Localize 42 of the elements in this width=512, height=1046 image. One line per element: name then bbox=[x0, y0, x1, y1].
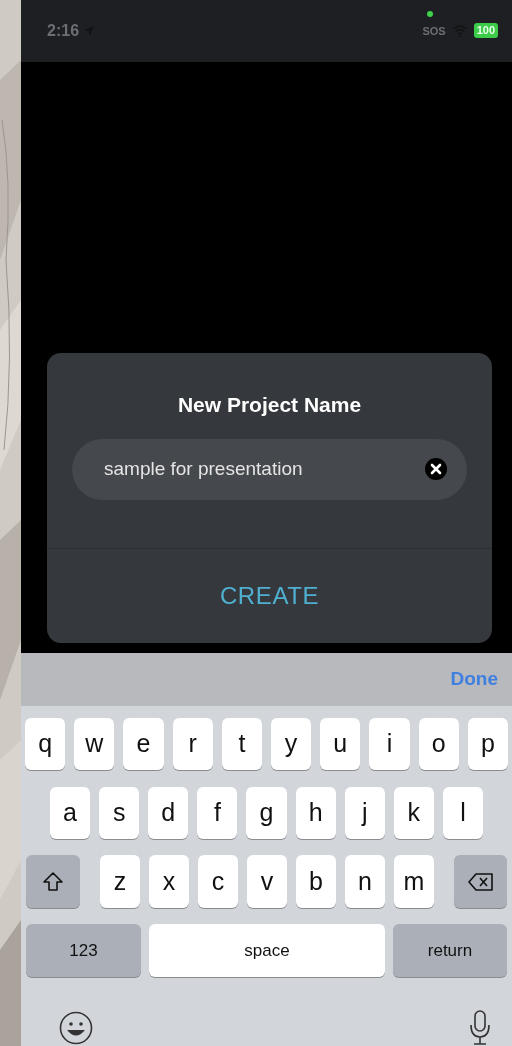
key[interactable]: d bbox=[148, 787, 189, 839]
key[interactable]: h bbox=[295, 787, 336, 839]
key[interactable]: w bbox=[74, 718, 115, 770]
key[interactable]: j bbox=[344, 787, 385, 839]
clear-icon[interactable] bbox=[425, 458, 447, 481]
key[interactable]: g bbox=[246, 787, 287, 839]
microphone-icon[interactable] bbox=[468, 1010, 492, 1046]
clock-time: 2:16 bbox=[47, 20, 80, 41]
backspace-icon bbox=[467, 871, 494, 892]
key[interactable]: m bbox=[394, 855, 434, 908]
key[interactable]: p bbox=[467, 718, 509, 770]
key[interactable]: a bbox=[50, 787, 91, 839]
shift-key[interactable] bbox=[26, 855, 80, 908]
dialog-title: New Project Name bbox=[176, 391, 363, 418]
key[interactable]: x bbox=[149, 855, 189, 908]
key[interactable]: f bbox=[197, 787, 238, 839]
key[interactable]: k bbox=[393, 787, 434, 839]
key[interactable]: e bbox=[123, 718, 164, 770]
key[interactable]: u bbox=[320, 718, 361, 770]
key[interactable]: b bbox=[296, 855, 336, 908]
shift-icon bbox=[42, 870, 64, 893]
key[interactable]: n bbox=[345, 855, 385, 908]
sos-indicator: SOS bbox=[422, 23, 446, 39]
name-field[interactable]: sample for presentation bbox=[72, 438, 467, 500]
key[interactable]: q bbox=[25, 718, 66, 770]
key[interactable]: c bbox=[198, 855, 238, 908]
key[interactable]: r bbox=[172, 718, 213, 770]
key[interactable]: z bbox=[100, 855, 140, 908]
key[interactable]: s bbox=[99, 787, 140, 839]
key[interactable]: t bbox=[221, 718, 262, 770]
key[interactable]: o bbox=[418, 718, 459, 770]
backspace-key[interactable] bbox=[454, 855, 507, 908]
numbers-key[interactable]: 123 bbox=[26, 924, 141, 977]
space-key[interactable]: space bbox=[149, 924, 385, 977]
key[interactable]: l bbox=[442, 787, 483, 839]
create-button[interactable]: CREATE bbox=[219, 577, 320, 614]
battery-level: 100 bbox=[473, 23, 498, 39]
return-key[interactable]: return bbox=[393, 924, 507, 977]
key[interactable]: v bbox=[247, 855, 287, 908]
key[interactable]: i bbox=[369, 718, 410, 770]
key[interactable]: y bbox=[271, 718, 312, 770]
emoji-icon[interactable] bbox=[59, 1011, 93, 1045]
